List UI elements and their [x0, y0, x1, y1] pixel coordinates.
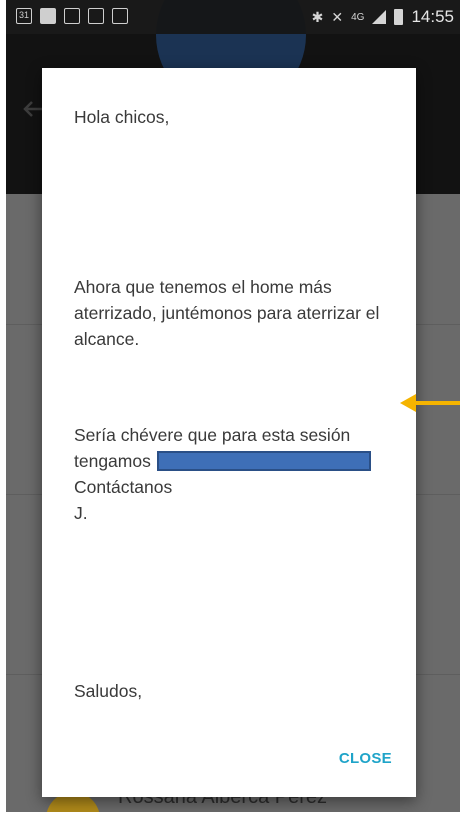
missed-call-icon — [88, 8, 104, 24]
signal-icon — [372, 10, 387, 24]
dialog-paragraph-2: Sería chévere que para esta sesión tenga… — [74, 422, 394, 474]
dialog-signature: J. — [74, 503, 88, 523]
calendar-31-icon: 31 — [16, 8, 32, 24]
dialog-paragraph-1: Ahora que tenemos el home más aterrizado… — [74, 277, 380, 349]
mute-icon: ✕ — [331, 8, 344, 25]
close-button[interactable]: CLOSE — [339, 750, 392, 767]
status-bar-right: ✱ ✕ 4G 14:55 — [312, 7, 454, 27]
youtube-icon — [40, 8, 56, 24]
status-time: 14:55 — [411, 7, 454, 26]
calendar-icon — [112, 8, 128, 24]
gallery-icon — [64, 8, 80, 24]
status-bar: 31 ✱ ✕ 4G 14:55 — [6, 0, 460, 34]
dialog-contact-line: Contáctanos — [74, 477, 173, 497]
phone-screen: Rossana Alberca Pérez 31 ✱ ✕ 4G 14:55 Ho… — [6, 0, 460, 812]
redaction-box — [156, 451, 371, 471]
battery-icon — [394, 9, 404, 25]
back-arrow-icon[interactable] — [22, 98, 44, 120]
network-type: 4G — [351, 11, 365, 23]
left-arrow-icon — [400, 394, 460, 412]
dialog-closing: Saludos, — [74, 681, 143, 701]
message-dialog: Hola chicos, Ahora que tenemos el home m… — [42, 68, 416, 797]
dialog-greeting: Hola chicos, — [74, 107, 170, 127]
bluetooth-icon: ✱ — [311, 8, 324, 25]
